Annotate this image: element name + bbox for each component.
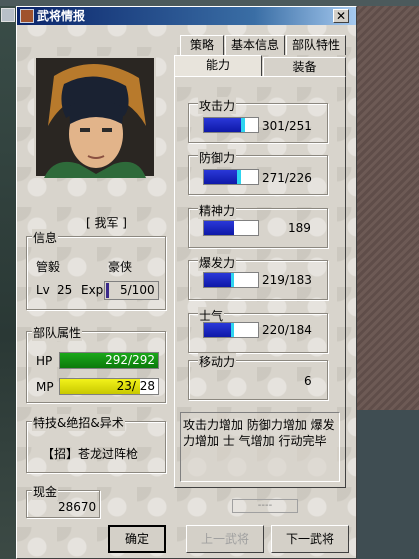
stat-bar-bonus [237,170,241,184]
faction-label: [ 我军 ] [86,216,127,230]
background-left-scenery [0,0,16,559]
stat-bar-base [204,118,241,132]
exp-value: 5/100 [120,283,155,297]
mp-label: MP [36,380,54,394]
hp-bar: 292/292 [59,352,159,369]
background-window-icon [1,8,15,22]
skills-header: 特技&绝招&异术 [32,414,125,431]
stat-bar-base [204,221,234,235]
hp-label: HP [36,354,53,368]
gold-header: 现金 [32,483,59,500]
stat-value: 301/251 [262,119,312,133]
troops-header: 部队属性 [32,324,83,341]
stat-value: 220/184 [262,323,312,337]
title-bar[interactable]: 武将情报 ✕ [17,7,356,25]
mp-bar: 23/ 28 [59,378,159,395]
exp-well: 5/100 [104,281,159,300]
stat-bar-bonus [231,273,234,287]
move-label: 移动力 [198,353,237,370]
officer-name: 管毅 [36,260,61,274]
prev-officer-button[interactable]: 上一武将 [186,525,264,553]
app-icon [20,9,34,23]
stat-label: 攻击力 [198,97,237,114]
ok-button[interactable]: 确定 [108,525,166,553]
stat-bar-base [204,170,237,184]
stat-bar [203,220,259,236]
stat-value: 271/226 [262,171,312,185]
move-value: 6 [304,374,312,388]
level-label: Lv [36,283,50,297]
tab-basic-info[interactable]: 基本信息 [225,35,285,55]
stat-bar-bonus [241,118,245,132]
tab-ability[interactable]: 能力 [174,55,262,77]
stat-bar-bonus [231,323,234,337]
stat-bar-base [204,323,231,337]
mp-value: 23/ 28 [116,379,155,393]
tab-strategy[interactable]: 策略 [180,35,224,55]
gold-value: 28670 [58,500,97,514]
background-right-lower [357,410,419,559]
window-title: 武将情报 [37,9,86,23]
level-value: 25 [57,283,73,297]
stat-value: 219/183 [262,273,312,287]
stat-label: 爆发力 [198,254,237,271]
next-officer-button[interactable]: 下一武将 [271,525,349,553]
empty-slot: ---- [232,499,298,513]
stat-value: 189 [288,221,311,235]
stat-bar-base [204,273,231,287]
close-button[interactable]: ✕ [333,9,349,23]
exp-label: Exp [81,283,104,297]
officer-trait: 豪侠 [108,260,133,274]
stat-bar [203,169,259,185]
officer-portrait [34,56,156,178]
hp-value: 292/292 [105,353,155,367]
stat-label: 防御力 [198,149,237,166]
stat-label: 精神力 [198,202,237,219]
skill-name: 【招】苍龙过阵枪 [42,447,139,461]
effect-description-box: 攻击力增加 防御力增加 爆发力增加 士 气增加 行动完毕 [180,412,340,482]
exp-fill [106,283,109,298]
stat-bar [203,117,259,133]
tab-equipment[interactable]: 装备 [263,57,346,77]
tab-unit-traits[interactable]: 部队特性 [286,35,346,55]
stat-bar [203,272,259,288]
effect-description: 攻击力增加 防御力增加 爆发力增加 士 气增加 行动完毕 [183,418,335,448]
info-header: 信息 [32,229,59,246]
stat-bar [203,322,259,338]
